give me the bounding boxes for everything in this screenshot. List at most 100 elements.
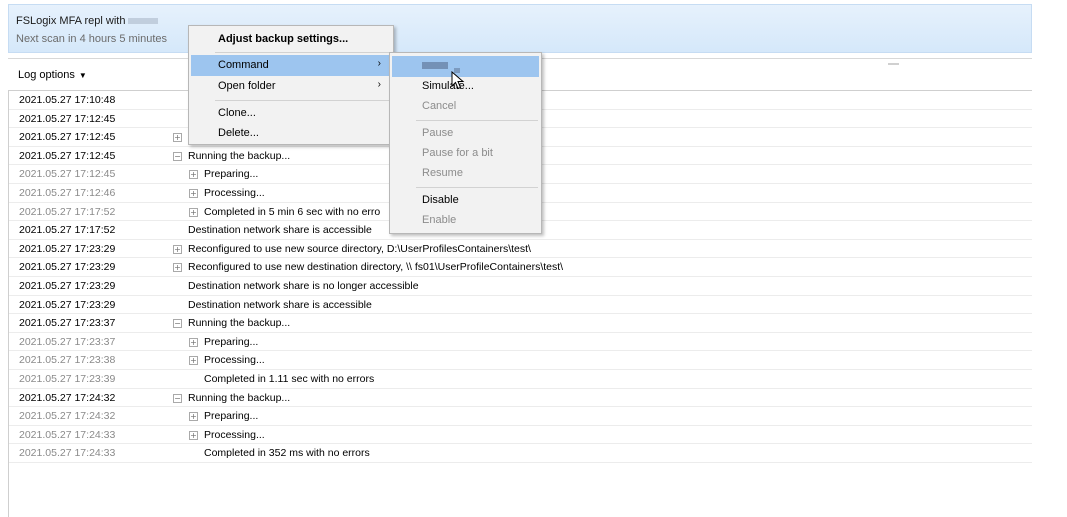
menu-item-label: Command bbox=[218, 59, 269, 71]
log-message: Completed in 1.11 sec with no errors bbox=[204, 372, 375, 385]
log-row[interactable]: 2021.05.27 17:24:33 + Processing... bbox=[9, 426, 1032, 445]
log-timestamp: 2021.05.27 17:23:29 bbox=[19, 298, 116, 311]
redacted-block bbox=[422, 62, 448, 69]
menu-separator bbox=[215, 52, 390, 53]
menu-item-label: Enable bbox=[422, 214, 457, 226]
log-timestamp: 2021.05.27 17:17:52 bbox=[19, 205, 116, 218]
log-message: Processing... bbox=[204, 186, 265, 199]
log-message: Preparing... bbox=[204, 335, 259, 348]
log-timestamp: 2021.05.27 17:23:37 bbox=[19, 317, 116, 330]
menu-item-label: Open folder bbox=[218, 80, 276, 92]
log-timestamp: 2021.05.27 17:23:39 bbox=[19, 372, 116, 385]
log-message: Reconfigured to use new source directory… bbox=[188, 242, 531, 255]
submenu-item-redacted[interactable] bbox=[392, 56, 539, 77]
menu-item-label: Resume bbox=[422, 167, 463, 179]
expand-toggle-icon[interactable]: + bbox=[189, 170, 198, 180]
log-options-label: Log options bbox=[18, 69, 75, 81]
log-row[interactable]: 2021.05.27 17:23:29 Destination network … bbox=[9, 277, 1032, 296]
log-message: Running the backup... bbox=[188, 317, 291, 330]
log-row[interactable]: 2021.05.27 17:23:29 Destination network … bbox=[9, 296, 1032, 315]
log-message: Completed in 5 min 6 sec with no erro bbox=[204, 205, 381, 218]
submenu-item-simulate[interactable]: Simulate... bbox=[392, 76, 539, 97]
log-row[interactable]: 2021.05.27 17:23:29 + Reconfigured to us… bbox=[9, 240, 1032, 259]
log-timestamp: 2021.05.27 17:10:48 bbox=[19, 94, 116, 106]
log-timestamp: 2021.05.27 17:24:33 bbox=[19, 428, 116, 441]
log-row[interactable]: 2021.05.27 17:23:37 + Preparing... bbox=[9, 333, 1032, 352]
log-timestamp: 2021.05.27 17:23:38 bbox=[19, 354, 116, 367]
context-menu: Adjust backup settings... Command › Open… bbox=[188, 25, 394, 145]
menu-item-label: Pause bbox=[422, 127, 454, 139]
expand-toggle-icon[interactable]: + bbox=[189, 207, 198, 217]
expand-toggle-icon[interactable]: + bbox=[189, 430, 198, 440]
log-row[interactable]: 2021.05.27 17:23:39 Completed in 1.11 se… bbox=[9, 370, 1032, 389]
log-message: Reconfigured to use new destination dire… bbox=[188, 261, 564, 274]
submenu-item-pause[interactable]: Pause bbox=[392, 123, 539, 144]
log-timestamp: 2021.05.27 17:12:45 bbox=[19, 168, 116, 181]
submenu-item-disable[interactable]: Disable bbox=[392, 190, 539, 211]
menu-item-adjust-settings[interactable]: Adjust backup settings... bbox=[191, 29, 391, 50]
menu-item-clone[interactable]: Clone... bbox=[191, 103, 391, 124]
next-scan-status: Next scan in 4 hours 5 minutes bbox=[16, 33, 168, 45]
dropdown-caret-icon: ▼ bbox=[78, 70, 87, 80]
log-row[interactable]: 2021.05.27 17:23:29 + Reconfigured to us… bbox=[9, 258, 1032, 277]
log-timestamp: 2021.05.27 17:12:45 bbox=[19, 149, 116, 162]
menu-separator bbox=[416, 120, 538, 121]
expand-toggle-icon[interactable]: + bbox=[189, 337, 198, 347]
mouse-pointer-icon bbox=[451, 71, 465, 90]
splitter-grip[interactable] bbox=[888, 63, 899, 65]
menu-item-label: Clone... bbox=[218, 107, 256, 119]
log-message: Preparing... bbox=[204, 168, 259, 181]
log-timestamp: 2021.05.27 17:24:33 bbox=[19, 447, 116, 460]
log-message: Processing... bbox=[204, 354, 265, 367]
expand-toggle-icon[interactable]: + bbox=[189, 356, 198, 366]
submenu-item-pause-for-a-bit[interactable]: Pause for a bit bbox=[392, 143, 539, 164]
log-row[interactable]: 2021.05.27 17:23:38 + Processing... bbox=[9, 351, 1032, 370]
expand-toggle-icon[interactable]: − bbox=[173, 393, 182, 403]
submenu-arrow-icon: › bbox=[377, 58, 381, 69]
expand-toggle-icon[interactable]: + bbox=[173, 244, 182, 254]
log-timestamp: 2021.05.27 17:12:46 bbox=[19, 186, 116, 199]
expand-toggle-icon[interactable]: + bbox=[189, 188, 198, 198]
log-message: Destination network share is accessible bbox=[188, 224, 372, 237]
log-timestamp: 2021.05.27 17:24:32 bbox=[19, 410, 116, 423]
menu-item-label: Disable bbox=[422, 194, 459, 206]
expand-toggle-icon[interactable]: − bbox=[173, 151, 182, 161]
job-title: FSLogix MFA repl with bbox=[16, 15, 159, 27]
menu-item-label: Delete... bbox=[218, 127, 259, 139]
log-timestamp: 2021.05.27 17:23:29 bbox=[19, 279, 116, 292]
job-title-text: FSLogix MFA repl with bbox=[16, 15, 126, 27]
log-row[interactable]: 2021.05.27 17:24:33 Completed in 352 ms … bbox=[9, 444, 1032, 463]
expand-toggle-icon[interactable]: + bbox=[173, 133, 182, 143]
menu-item-label: Simulate... bbox=[422, 80, 474, 92]
log-message: Preparing... bbox=[204, 410, 259, 423]
log-timestamp: 2021.05.27 17:12:45 bbox=[19, 112, 116, 125]
menu-item-command[interactable]: Command › bbox=[191, 55, 391, 76]
menu-item-label: Pause for a bit bbox=[422, 147, 493, 159]
expand-toggle-icon[interactable]: − bbox=[173, 319, 182, 329]
log-timestamp: 2021.05.27 17:12:45 bbox=[19, 131, 116, 144]
log-timestamp: 2021.05.27 17:23:37 bbox=[19, 335, 116, 348]
log-message: Running the backup... bbox=[188, 391, 291, 404]
log-timestamp: 2021.05.27 17:17:52 bbox=[19, 224, 116, 237]
log-row[interactable]: 2021.05.27 17:24:32 + Preparing... bbox=[9, 407, 1032, 426]
log-row[interactable]: 2021.05.27 17:24:32 − Running the backup… bbox=[9, 389, 1032, 408]
menu-item-label: Adjust backup settings... bbox=[218, 33, 349, 45]
expand-toggle-icon[interactable]: + bbox=[173, 263, 182, 273]
log-message: Destination network share is no longer a… bbox=[188, 279, 419, 292]
log-message: Running the backup... bbox=[188, 149, 291, 162]
log-row[interactable]: 2021.05.27 17:23:37 − Running the backup… bbox=[9, 314, 1032, 333]
log-options-dropdown[interactable]: Log options ▼ bbox=[18, 69, 87, 81]
log-message: Completed in 352 ms with no errors bbox=[204, 447, 370, 460]
expand-toggle-icon[interactable]: + bbox=[189, 412, 198, 422]
menu-item-delete[interactable]: Delete... bbox=[191, 123, 391, 144]
log-timestamp: 2021.05.27 17:24:32 bbox=[19, 391, 116, 404]
job-header[interactable]: FSLogix MFA repl with Next scan in 4 hou… bbox=[8, 4, 1032, 53]
submenu-item-enable[interactable]: Enable bbox=[392, 210, 539, 231]
log-message: Processing... bbox=[204, 428, 265, 441]
menu-item-open-folder[interactable]: Open folder › bbox=[191, 76, 391, 97]
submenu-item-resume[interactable]: Resume bbox=[392, 163, 539, 184]
menu-separator bbox=[215, 100, 390, 101]
log-timestamp: 2021.05.27 17:23:29 bbox=[19, 261, 116, 274]
submenu-arrow-icon: › bbox=[377, 79, 381, 90]
submenu-item-cancel[interactable]: Cancel bbox=[392, 96, 539, 117]
